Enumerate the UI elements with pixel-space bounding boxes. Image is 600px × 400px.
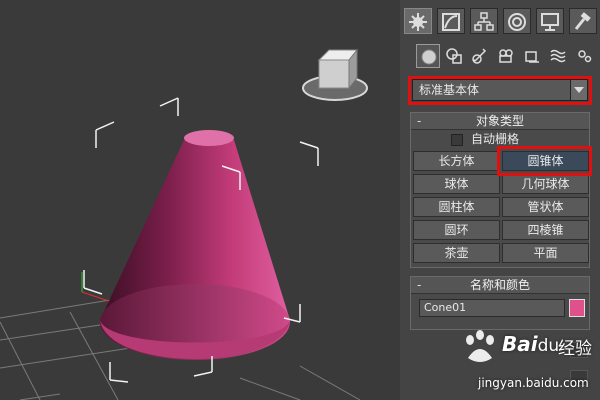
shapes-button[interactable] — [442, 44, 466, 68]
cone-highlight-box — [497, 146, 592, 176]
name-color-rollout-header[interactable]: - 名称和颜色 — [411, 277, 589, 294]
name-color-title: 名称和颜色 — [469, 278, 530, 292]
geometry-button[interactable] — [416, 44, 440, 68]
motion-icon — [508, 13, 526, 31]
watermark-product: 经验 — [558, 339, 592, 359]
shapes-icon — [446, 48, 462, 64]
command-panel-tabs — [404, 6, 598, 36]
lights-icon — [472, 48, 487, 64]
display-tab[interactable] — [536, 8, 564, 34]
selection-bracket-line — [299, 141, 319, 149]
paw-logo-icon — [466, 330, 494, 362]
motion-tab[interactable] — [503, 8, 531, 34]
viewcube-icon[interactable] — [295, 40, 375, 120]
object-type-title: 对象类型 — [475, 114, 524, 128]
helpers-icon — [525, 51, 539, 63]
teapot-button[interactable]: 茶壶 — [413, 243, 500, 263]
autogrid-option[interactable]: 自动栅格 — [451, 131, 519, 147]
autogrid-checkbox[interactable] — [451, 133, 463, 146]
create-icon — [409, 13, 427, 31]
lights-button[interactable] — [468, 44, 492, 68]
cone-object[interactable] — [100, 130, 290, 360]
object-type-rollout-header[interactable]: - 对象类型 — [411, 113, 589, 130]
box-button[interactable]: 长方体 — [413, 151, 500, 171]
watermark-brand: Baidu — [502, 332, 560, 356]
baidu-watermark: Baidu 经验 jingyan.baidu.com — [458, 328, 598, 400]
pyramid-button[interactable]: 四棱锥 — [502, 220, 589, 240]
selection-bracket-line — [95, 121, 115, 131]
helpers-button[interactable] — [520, 44, 544, 68]
collapse-icon: - — [417, 114, 422, 128]
modify-tab[interactable] — [437, 8, 465, 34]
watermark-url: jingyan.baidu.com — [478, 376, 589, 390]
geometry-icon — [421, 49, 437, 65]
selection-bracket-line — [109, 379, 129, 383]
geosphere-button[interactable]: 几何球体 — [502, 174, 589, 194]
hierarchy-tab[interactable] — [470, 8, 498, 34]
modify-icon — [442, 13, 460, 31]
selection-bracket-line — [159, 97, 179, 107]
spacewarps-icon — [550, 49, 566, 63]
systems-icon — [578, 50, 592, 63]
collapse-icon: - — [417, 278, 422, 292]
systems-button[interactable] — [572, 44, 596, 68]
hierarchy-icon — [474, 12, 494, 31]
hammer-icon — [574, 12, 591, 30]
cameras-button[interactable] — [494, 44, 518, 68]
sphere-button[interactable]: 球体 — [413, 174, 500, 194]
selection-bracket-line — [193, 371, 213, 377]
plane-button[interactable]: 平面 — [502, 243, 589, 263]
spacewarps-button[interactable] — [546, 44, 570, 68]
create-subcategory-row — [410, 42, 598, 72]
utilities-tab[interactable] — [569, 8, 597, 34]
tube-button[interactable]: 管状体 — [502, 197, 589, 217]
torus-button[interactable]: 圆环 — [413, 220, 500, 240]
create-tab[interactable] — [404, 8, 432, 34]
object-color-swatch[interactable] — [569, 299, 585, 317]
name-color-rollout: - 名称和颜色 Cone01 — [410, 276, 590, 330]
object-type-rollout: - 对象类型 自动栅格 长方体 圆锥体 球体 几何球体 圆柱体 管状体 圆环 四… — [410, 112, 590, 268]
object-name-field[interactable]: Cone01 — [419, 299, 565, 317]
cameras-icon — [499, 49, 513, 63]
display-icon — [541, 13, 559, 31]
cylinder-button[interactable]: 圆柱体 — [413, 197, 500, 217]
perspective-viewport[interactable] — [0, 0, 400, 400]
category-highlight-box — [408, 76, 592, 105]
autogrid-label: 自动栅格 — [471, 132, 520, 146]
